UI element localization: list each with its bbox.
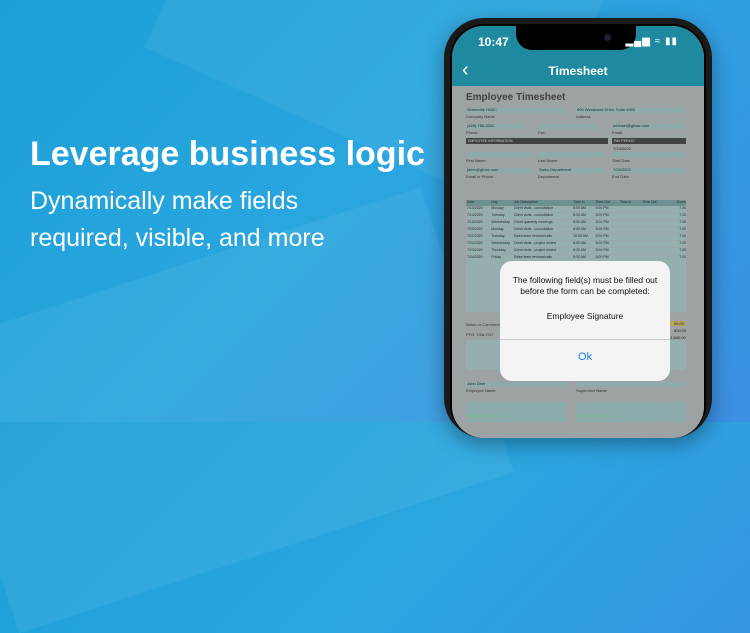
- promo-subline: Dynamically make fields: [30, 187, 299, 215]
- notch: [516, 26, 636, 50]
- background-shape: [0, 186, 514, 633]
- phone-screen: 10:47 ▂▄▆ ≈ ▮▮ ‹ Timesheet Employee Time…: [452, 26, 704, 438]
- ok-button[interactable]: Ok: [500, 351, 670, 363]
- nav-bar: ‹ Timesheet: [452, 56, 704, 86]
- validation-alert: The following field(s) must be filled ou…: [500, 261, 670, 381]
- status-time: 10:47: [478, 35, 509, 49]
- promo-subline: required, visible, and more: [30, 224, 325, 252]
- status-bar: 10:47 ▂▄▆ ≈ ▮▮: [452, 26, 704, 56]
- camera-icon: [604, 34, 611, 41]
- alert-message: The following field(s) must be filled ou…: [512, 275, 658, 296]
- alert-divider: [500, 339, 670, 340]
- page-title: Timesheet: [548, 64, 608, 78]
- signal-wifi-battery-icon: ▂▄▆ ≈ ▮▮: [625, 36, 678, 47]
- alert-missing-field: Employee Signature: [546, 311, 624, 321]
- phone-frame: 10:47 ▂▄▆ ≈ ▮▮ ‹ Timesheet Employee Time…: [444, 18, 712, 438]
- phone-bezel: 10:47 ▂▄▆ ≈ ▮▮ ‹ Timesheet Employee Time…: [450, 24, 706, 438]
- promo-headline: Leverage business logic: [30, 135, 425, 173]
